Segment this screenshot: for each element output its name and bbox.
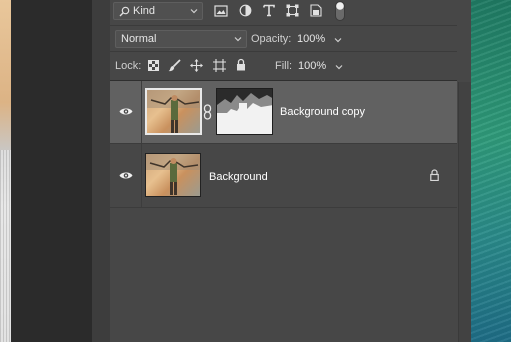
fill-chevron-icon[interactable] (335, 63, 343, 71)
lock-transparent-pixels-icon[interactable] (148, 60, 159, 71)
layers-scrollbar[interactable] (458, 82, 472, 342)
lock-all-icon[interactable] (236, 58, 246, 71)
lock-image-pixels-icon[interactable] (168, 59, 181, 72)
chevron-down-icon (234, 37, 242, 42)
document-image-edge (0, 0, 11, 342)
opacity-chevron-icon[interactable] (334, 36, 342, 44)
shape-filter-icon[interactable] (286, 4, 299, 17)
lock-artboard-icon[interactable] (213, 59, 226, 72)
layer-mask-thumbnail[interactable] (216, 88, 273, 135)
layer-row-background-copy[interactable]: Background copy (110, 81, 457, 143)
eye-icon[interactable] (119, 107, 133, 116)
layer-row-background[interactable]: Background (110, 144, 457, 207)
panel-dock-gutter (92, 0, 111, 342)
layer-filter-row: Kind (110, 0, 471, 24)
filter-kind-label: Kind (133, 5, 156, 17)
desktop-wallpaper (471, 0, 511, 342)
opacity-label: Opacity: (251, 33, 292, 45)
lock-label: Lock: (115, 60, 142, 72)
fill-input[interactable]: 100% (298, 60, 326, 72)
blend-opacity-row: Normal Opacity: 100% (110, 28, 471, 50)
layer-name[interactable]: Background copy (280, 106, 365, 118)
layers-panel: Kind Normal Opacity: 100% Lock: Fill: 10… (110, 0, 472, 342)
figure-thumbnail-image (147, 90, 200, 133)
search-icon (119, 6, 130, 16)
lock-icon (430, 169, 439, 181)
adjustment-filter-icon[interactable] (239, 4, 252, 17)
figure-thumbnail-image (146, 154, 200, 195)
eye-icon[interactable] (119, 171, 133, 180)
mask-thumbnail-image (217, 89, 272, 134)
mask-link-icon[interactable] (203, 104, 212, 120)
chevron-down-icon (190, 9, 198, 14)
document-canvas-area (0, 0, 92, 342)
lock-fill-row: Lock: Fill: 100% (110, 55, 471, 77)
fill-label: Fill: (275, 60, 293, 72)
lock-position-icon[interactable] (190, 59, 203, 72)
type-filter-icon[interactable] (263, 4, 275, 17)
blend-mode-dropdown[interactable]: Normal (115, 30, 247, 48)
blend-mode-value: Normal (121, 33, 157, 45)
filter-kind-dropdown[interactable]: Kind (113, 2, 203, 20)
layer-thumbnail[interactable] (145, 153, 201, 197)
smart-object-filter-icon[interactable] (310, 4, 322, 17)
layer-name[interactable]: Background (209, 171, 268, 183)
opacity-input[interactable]: 100% (297, 33, 325, 45)
filter-toggle-icon[interactable] (335, 1, 345, 21)
pixel-filter-icon[interactable] (214, 5, 228, 17)
layer-thumbnail[interactable] (145, 88, 202, 135)
